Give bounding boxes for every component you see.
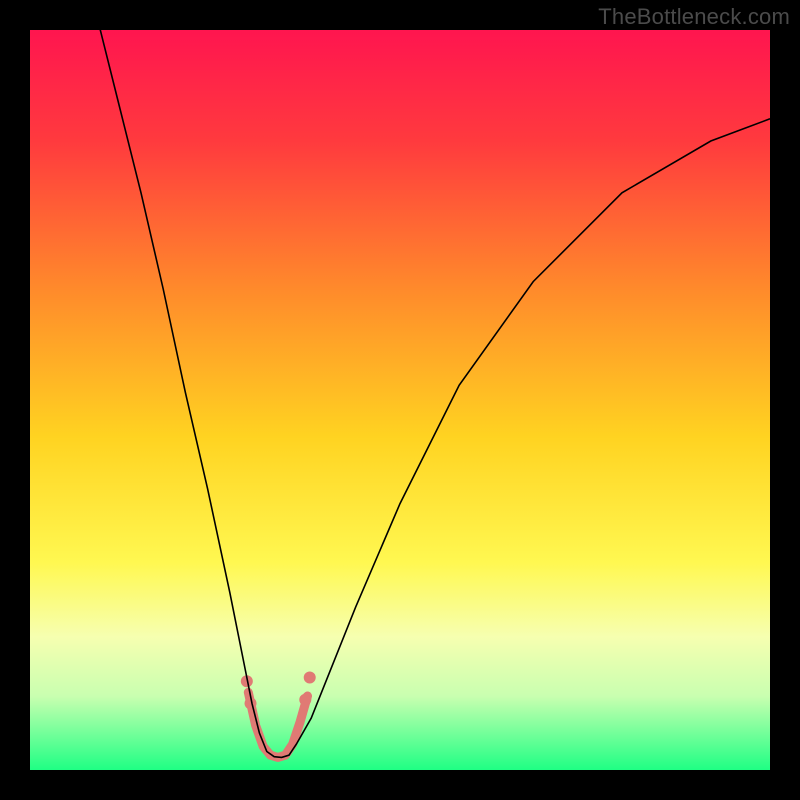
point-highlight-blob-right <box>299 694 311 706</box>
watermark-text: TheBottleneck.com <box>598 4 790 30</box>
point-highlight-blob-right <box>304 672 316 684</box>
chart-frame: TheBottleneck.com <box>0 0 800 800</box>
plot-area <box>30 30 770 770</box>
gradient-background <box>30 30 770 770</box>
bottleneck-chart <box>30 30 770 770</box>
